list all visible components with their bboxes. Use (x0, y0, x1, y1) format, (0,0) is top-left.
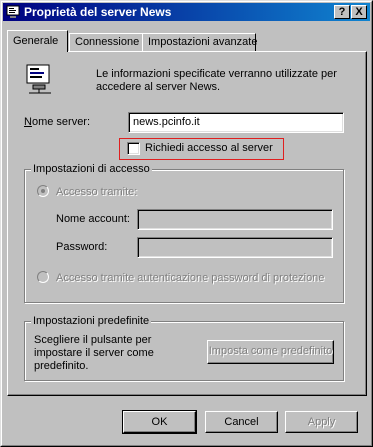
tab-connessione[interactable]: Connessione (69, 33, 143, 51)
tab-impostazioni-avanzate[interactable]: Impostazioni avanzate (142, 33, 258, 51)
set-default-button[interactable]: Imposta come predefinito (207, 340, 334, 364)
server-name-input[interactable]: news.pcinfo.it (128, 112, 344, 133)
ok-button[interactable]: OK (122, 410, 197, 434)
intro-text: Le informazioni specificate verranno uti… (96, 68, 337, 93)
title-bar[interactable]: Proprietà del server News ? X (3, 3, 370, 21)
help-button[interactable]: ? (334, 5, 350, 19)
tab-generale[interactable]: Generale (7, 30, 68, 52)
news-server-icon (6, 5, 20, 18)
password-input[interactable] (137, 237, 333, 258)
account-name-label: Nome account: (56, 213, 130, 225)
tab-label: Generale (13, 35, 59, 47)
default-settings-title: Impostazioni predefinite (31, 315, 152, 327)
properties-window: Proprietà del server News ? X Generale C… (0, 0, 373, 447)
news-server-icon (26, 64, 51, 94)
password-label: Password: (56, 241, 108, 253)
server-name-label-text: ome server: (31, 116, 91, 128)
require-login-checkbox[interactable] (127, 142, 140, 155)
access-via-radio[interactable] (37, 185, 49, 197)
tab-label: Impostazioni avanzate (148, 36, 258, 48)
account-name-input[interactable] (137, 209, 333, 230)
window-title: Proprietà del server News (24, 5, 172, 19)
default-description: Scegliere il pulsante per impostare il s… (34, 334, 154, 372)
spa-radio[interactable] (37, 271, 49, 283)
radio-dot-icon (41, 189, 45, 193)
tab-label: Connessione (75, 36, 140, 48)
cancel-button[interactable]: Cancel (205, 411, 278, 433)
spa-label: Accesso tramite autenticazione password … (56, 272, 325, 284)
apply-button[interactable]: Apply (285, 411, 358, 433)
access-via-label: Accesso tramite: (56, 186, 138, 198)
access-settings-title: Impostazioni di accesso (31, 163, 152, 175)
close-button[interactable]: X (351, 5, 367, 19)
server-name-label: Nome server: (24, 116, 91, 128)
require-login-label[interactable]: Richiedi accesso al server (145, 142, 273, 154)
